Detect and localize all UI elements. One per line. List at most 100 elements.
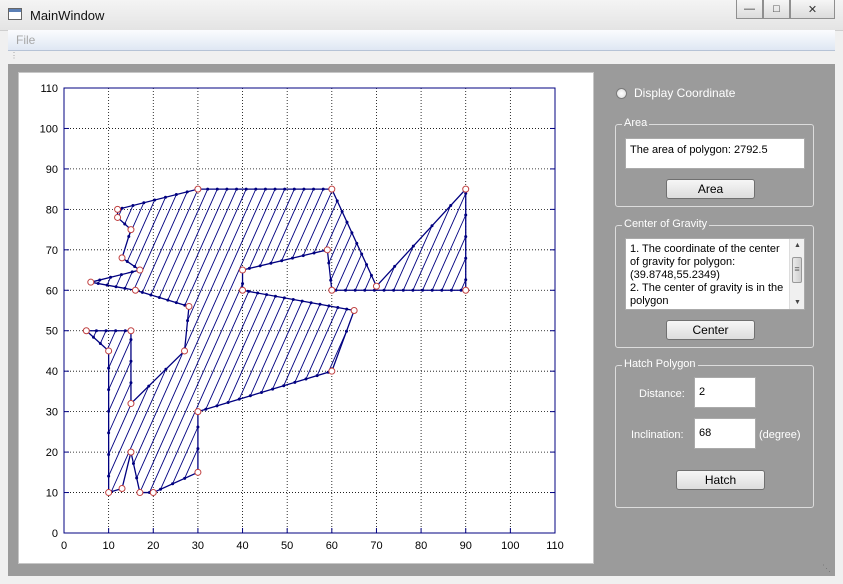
polygon-vertex	[118, 485, 126, 492]
close-icon[interactable]: ✕	[790, 0, 835, 19]
plot-area[interactable]: 0 10 20 30 40 50 60 70 80 90 100 110 0 10 20 30 40 50 60 70…	[18, 72, 594, 564]
hatch-line	[158, 188, 209, 298]
polygon-outline	[84, 187, 467, 494]
degree-unit-label: (degree)	[759, 429, 801, 441]
toolbar-grip-icon[interactable]: ⋮	[10, 52, 18, 60]
hatch-line	[115, 274, 122, 287]
area-group: Area The area of polygon: 2792.5 Area	[615, 117, 814, 207]
hatch-line	[294, 305, 330, 383]
hatch-line	[150, 188, 199, 296]
hatch-line	[313, 200, 338, 254]
polygon-vertex	[149, 489, 157, 497]
display-coordinate-option[interactable]: Display Coordinate	[616, 86, 735, 100]
y-tick-label: 70	[46, 245, 58, 257]
display-coordinate-label: Display Coordinate	[634, 86, 736, 100]
distance-input[interactable]: 2	[694, 377, 756, 408]
inclination-input[interactable]: 68	[694, 418, 756, 449]
polygon-vertex	[136, 266, 144, 274]
x-tick-label: 60	[326, 540, 338, 552]
scroll-down-icon[interactable]: ▼	[790, 296, 804, 309]
polygon-vertex	[105, 347, 113, 355]
polygon-vertex	[323, 246, 331, 254]
hatch-line	[108, 402, 133, 455]
scroll-up-icon[interactable]: ▲	[790, 239, 804, 252]
polygon-vertex	[239, 266, 247, 274]
center-of-gravity-group: Center of Gravity 1. The coordinate of t…	[615, 218, 814, 348]
resize-grip-icon[interactable]: ⋱	[822, 563, 831, 574]
hatch-line	[108, 382, 132, 434]
polygon-vertex	[118, 254, 126, 262]
polygon-vertex	[372, 282, 380, 290]
hatch-button[interactable]: Hatch	[676, 470, 765, 490]
x-tick-label: 90	[460, 540, 472, 552]
hatch-line	[124, 205, 134, 225]
x-tick-label: 80	[415, 540, 427, 552]
x-tick-label: 30	[192, 540, 204, 552]
hatch-line	[124, 271, 133, 289]
hatch-line	[187, 188, 247, 321]
hatch-line	[270, 188, 305, 264]
menu-file[interactable]: File	[16, 33, 35, 47]
display-coordinate-radio[interactable]	[616, 87, 627, 99]
polygon-vertex	[127, 400, 135, 408]
hatch-line	[324, 211, 343, 251]
hatch-line	[272, 302, 312, 390]
polygon-vertex	[194, 185, 202, 193]
polygon-vertex	[127, 448, 135, 456]
polygon-vertex	[114, 205, 122, 213]
polygon-vertex	[194, 468, 202, 476]
polygon-plot[interactable]: 0 10 20 30 40 50 60 70 80 90 100 110 0 10 20 30 40 50 60 70…	[19, 73, 593, 563]
y-tick-label: 60	[46, 285, 58, 297]
hatch-line	[281, 188, 314, 261]
center-button[interactable]: Center	[666, 320, 755, 340]
y-tick-label: 90	[46, 164, 58, 176]
polygon-vertex	[462, 286, 470, 294]
x-tick-label: 40	[236, 540, 248, 552]
scroll-thumb[interactable]: ≡	[792, 257, 802, 283]
y-tick-label: 0	[52, 528, 58, 540]
polygon-vertex	[328, 367, 336, 375]
hatch-line	[133, 194, 177, 291]
hatch-line	[149, 283, 243, 493]
plot-frame-box	[63, 87, 556, 534]
hatch-line	[216, 294, 267, 407]
hatch-line	[259, 188, 295, 267]
hatch-line	[330, 232, 353, 281]
hatch-line	[139, 188, 276, 493]
polygon-vertex	[136, 489, 144, 497]
hatch-polygon-group: Hatch Polygon Distance: 2 Inclination: 6…	[615, 358, 814, 508]
hatch-line	[160, 291, 250, 490]
center-line-1: 1. The coordinate of the center of gravi…	[630, 243, 780, 268]
hatch-line	[205, 292, 259, 410]
hatch-line	[133, 352, 184, 464]
x-tick-label: 50	[281, 540, 293, 552]
y-tick-label: 10	[46, 488, 58, 500]
maximize-icon[interactable]: □	[763, 0, 790, 19]
hatch-line	[108, 339, 132, 390]
area-button[interactable]: Area	[666, 179, 755, 199]
polygon-vertex	[82, 327, 90, 335]
hatch-line	[364, 275, 372, 291]
hatch-line	[172, 426, 199, 484]
center-line-2: (39.8748,55.2349)	[630, 269, 720, 281]
polygon-vertex	[127, 327, 135, 335]
x-tick-label: 20	[147, 540, 159, 552]
polygon-vertex	[194, 408, 202, 416]
hatch-line	[175, 188, 228, 303]
center-text-scrollbar[interactable]: ▲ ≡ ▼	[789, 239, 804, 309]
hatch-line	[292, 188, 324, 259]
area-result-text[interactable]: The area of polygon: 2792.5	[625, 138, 805, 169]
polygon-vertex	[87, 278, 95, 286]
x-tick-label: 110	[546, 540, 564, 552]
polygon-vertex	[462, 185, 470, 193]
center-result-text[interactable]: 1. The coordinate of the center of gravi…	[625, 238, 805, 310]
window-title: MainWindow	[30, 8, 105, 23]
window-controls: — □ ✕	[736, 0, 835, 20]
minimize-icon[interactable]: —	[736, 0, 763, 19]
hatch-line	[302, 190, 333, 256]
hatch-line	[431, 214, 467, 291]
polygon-vertex	[114, 213, 122, 221]
toolbar-area: ⋮	[8, 52, 835, 62]
app-window-icon	[8, 8, 22, 20]
hatch-line	[335, 243, 358, 291]
